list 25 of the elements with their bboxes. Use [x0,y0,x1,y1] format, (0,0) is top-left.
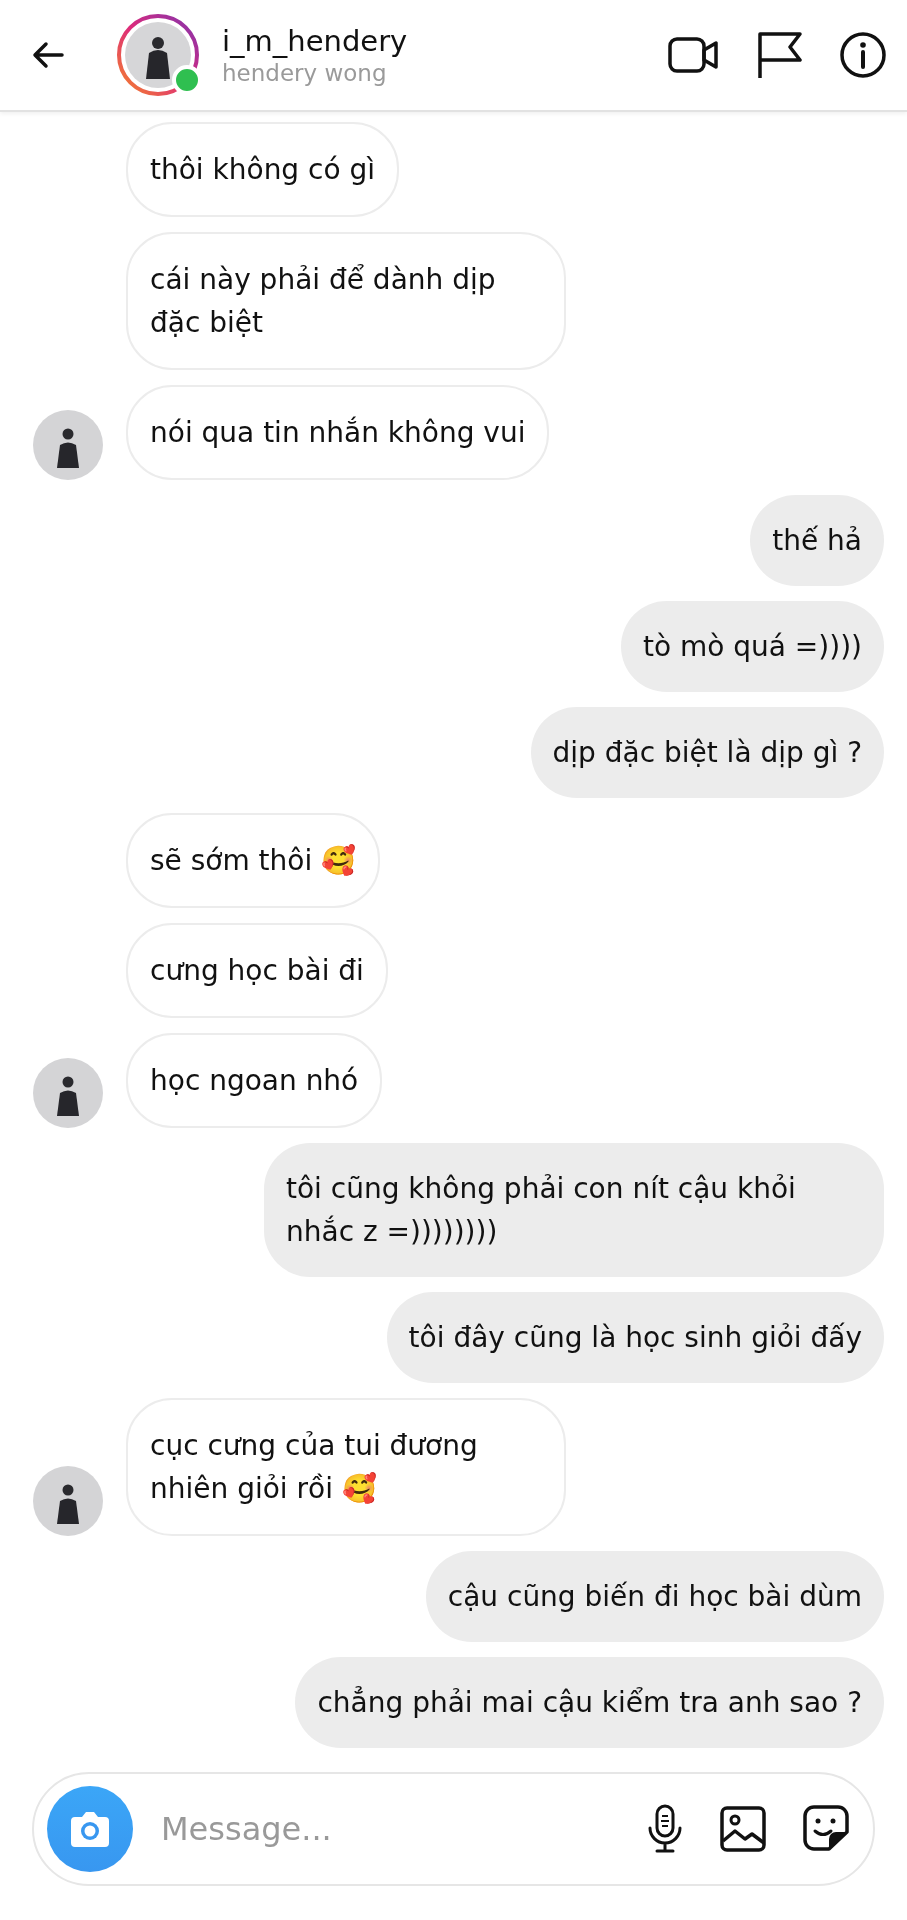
message-bubble: tôi cũng không phải con nít cậu khỏi nhắc z =)))))))) [264,1143,884,1277]
avatar[interactable] [33,410,103,480]
message-bubble: cục cưng của tui đương nhiên giỏi rồi 🥰 [126,1398,566,1536]
flag-icon[interactable] [755,30,805,80]
avatar[interactable] [33,1466,103,1536]
message-bubble: cưng học bài đi [126,923,388,1018]
message-bubble: thế hả [750,495,884,586]
info-icon[interactable] [839,31,887,79]
image-icon[interactable] [719,1805,767,1853]
sticker-icon[interactable] [801,1804,851,1854]
message-bubble: sẽ sớm thôi 🥰 [126,813,381,908]
message-bubble: cậu cũng biến đi học bài dùm [425,1551,884,1642]
message-bubble: chẳng phải mai cậu kiểm tra anh sao ? [295,1657,884,1748]
message-bubble: học ngoan nhó [126,1033,383,1128]
message-bubble: tò mò quá =)))) [620,601,884,692]
message-field[interactable]: Message... [159,1809,611,1849]
message-bubble: thôi không có gì [126,122,400,217]
avatar[interactable] [33,1058,103,1128]
full-name: hendery wong [222,60,388,86]
message-bubble: cái này phải để dành dịp đặc biệt [126,232,566,370]
message-bubble: dịp đặc biệt là dịp gì ? [530,707,884,798]
username[interactable]: i_m_hendery [222,24,667,58]
camera-icon[interactable] [47,1786,133,1872]
message-bubble: tôi đây cũng là học sinh giỏi đấy [386,1292,884,1383]
message-bubble: nói qua tin nhắn không vui [126,385,550,480]
